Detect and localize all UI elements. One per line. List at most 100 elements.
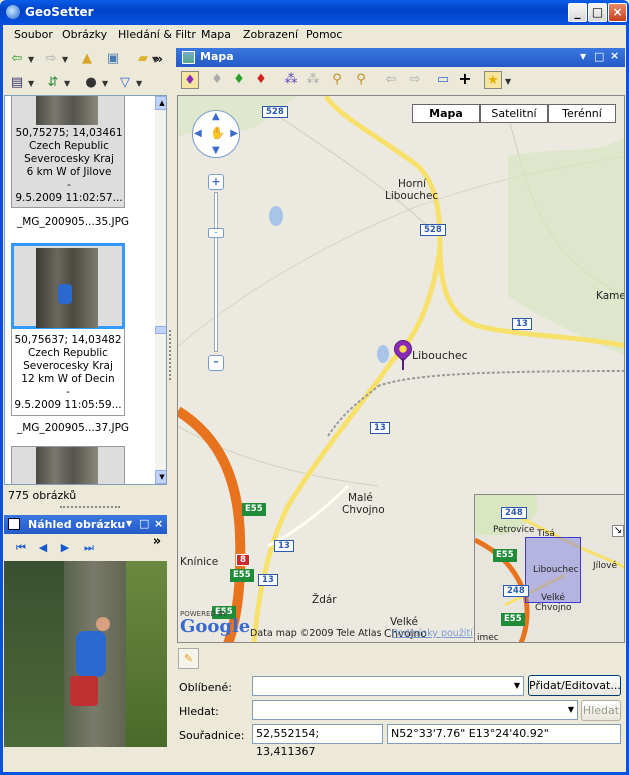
map-type-mapa[interactable]: Mapa xyxy=(412,104,480,123)
last-icon[interactable]: ⏭ xyxy=(80,539,98,557)
chevron-down-icon[interactable]: ▼ xyxy=(28,79,34,88)
pan-control[interactable]: ▲ ◀ ▶ ▼ ✋ xyxy=(192,110,240,158)
tracks-icon[interactable]: ⁂ xyxy=(304,71,322,89)
map-type-terrain[interactable]: Terénní xyxy=(548,104,616,123)
save-icon[interactable]: ▣ xyxy=(104,50,122,68)
thumbnail-card[interactable] xyxy=(11,446,125,484)
chevron-down-icon[interactable]: ▼ xyxy=(505,77,511,86)
thumbnail-list[interactable]: 50,75275; 14,03461 Czech Republic Severoce… xyxy=(4,95,167,485)
road-shield: 13 xyxy=(274,540,294,552)
menu-soubor[interactable]: Soubor xyxy=(14,28,53,41)
search-location-icon[interactable]: ⚲ xyxy=(328,71,346,89)
binoculars-icon[interactable]: ● xyxy=(82,74,100,92)
menu-hledani[interactable]: Hledání & Filtr xyxy=(118,28,196,41)
menu-zobrazeni[interactable]: Zobrazení xyxy=(243,28,298,41)
plus-icon[interactable]: + xyxy=(456,70,474,88)
search-button[interactable]: Hledat xyxy=(581,700,621,721)
menu-obrazky[interactable]: Obrázky xyxy=(62,28,107,41)
zoom-in-button[interactable]: + xyxy=(208,174,224,190)
zoom-slider-handle[interactable]: – xyxy=(208,228,224,238)
maximize-button[interactable]: □ xyxy=(588,3,607,22)
coordinates-decimal-field[interactable]: 52,552154; 13,411367 xyxy=(252,724,383,758)
overflow-icon[interactable]: » xyxy=(150,50,168,68)
overflow-icon[interactable]: » xyxy=(148,533,166,551)
pin-gray-icon[interactable]: ♦ xyxy=(208,71,226,89)
road-shield: 8 xyxy=(236,554,250,566)
place-label: Libouchec xyxy=(533,565,579,575)
scroll-thumb[interactable] xyxy=(155,326,166,334)
filter-icon[interactable]: ▽ xyxy=(116,74,134,92)
arrow-right-icon[interactable]: ⇨ xyxy=(406,71,424,89)
chevron-down-icon[interactable]: ▼ xyxy=(64,79,70,88)
pan-up-icon[interactable]: ▲ xyxy=(212,111,220,122)
menu-pomoc[interactable]: Pomoc xyxy=(306,28,342,41)
place-label: Kame xyxy=(596,290,625,302)
next-icon[interactable]: ▶ xyxy=(56,539,74,557)
close-icon[interactable]: × xyxy=(154,517,163,530)
map-view[interactable]: Mapa Satelitní Terénní ▲ ◀ ▶ ▼ ✋ + – – 5… xyxy=(177,95,625,643)
place-label: Malé xyxy=(348,492,373,504)
splitter-grip[interactable] xyxy=(60,506,120,508)
arrow-left-icon[interactable]: ⇦ xyxy=(382,71,400,89)
previous-icon[interactable]: ◀ xyxy=(34,539,52,557)
coordinates-dms-field[interactable]: N52°33'7.76" E13°24'40.92" xyxy=(387,724,621,744)
chevron-down-icon[interactable]: ▼ xyxy=(580,52,586,61)
chevron-down-icon[interactable]: ▼ xyxy=(568,701,574,719)
place-label: Knínice xyxy=(180,556,219,568)
zoom-out-button[interactable]: – xyxy=(208,355,224,371)
thumbnail-card[interactable]: 50,75275; 14,03461 Czech Republic Severoce… xyxy=(11,96,125,208)
folder-up-icon[interactable]: ▲ xyxy=(78,50,96,68)
thumbnail-card-selected[interactable] xyxy=(11,243,125,329)
place-label: Chvojno xyxy=(535,603,572,613)
zoom-icon[interactable]: ⚲ xyxy=(352,71,370,89)
pin-icon[interactable]: ♦ xyxy=(181,71,199,89)
scroll-up-button[interactable]: ▲ xyxy=(155,96,166,110)
comment-icon[interactable]: ▭ xyxy=(434,71,452,89)
view-list-icon[interactable]: ▤ xyxy=(8,74,26,92)
hand-icon[interactable]: ✋ xyxy=(210,126,225,140)
pan-down-icon[interactable]: ▼ xyxy=(212,145,220,156)
road-shield: 248 xyxy=(503,585,529,597)
overview-collapse-icon[interactable]: ↘ xyxy=(612,525,624,537)
edit-pencil-icon[interactable]: ✎ xyxy=(178,648,199,669)
climber-harness xyxy=(70,676,98,706)
people-icon[interactable]: ⁂ xyxy=(282,71,300,89)
close-icon[interactable]: × xyxy=(610,49,619,62)
chevron-down-icon[interactable]: ▼ xyxy=(136,79,142,88)
foliage xyxy=(4,561,64,747)
chevron-down-icon[interactable]: ▼ xyxy=(62,55,68,64)
search-input[interactable]: ▼ xyxy=(252,700,578,720)
splitter-grip[interactable] xyxy=(169,330,171,380)
star-icon[interactable]: ★ xyxy=(484,71,502,89)
coordinates-label: Souřadnice: xyxy=(179,729,245,742)
add-edit-favorite-button[interactable]: Přidat/Editovat... xyxy=(528,675,621,696)
back-icon[interactable]: ⇦ xyxy=(8,50,26,68)
chevron-down-icon[interactable]: ▼ xyxy=(514,677,520,695)
menu-mapa[interactable]: Mapa xyxy=(201,28,231,41)
pan-left-icon[interactable]: ◀ xyxy=(194,128,202,139)
float-icon[interactable]: □ xyxy=(594,50,604,63)
thumbnail-scrollbar[interactable]: ▲ ▼ xyxy=(155,96,166,484)
chevron-down-icon[interactable]: ▼ xyxy=(126,519,132,528)
close-button[interactable]: × xyxy=(608,3,627,22)
forward-icon[interactable]: ⇨ xyxy=(42,50,60,68)
thumbnail-info-frame xyxy=(11,328,125,416)
terms-link[interactable]: Podmínky použití xyxy=(392,628,473,639)
euro-road-shield: E55 xyxy=(501,613,525,626)
chevron-down-icon[interactable]: ▼ xyxy=(28,55,34,64)
favorites-select[interactable]: ▼ xyxy=(252,676,524,696)
sort-icon[interactable]: ⇵ xyxy=(44,74,62,92)
chevron-down-icon[interactable]: ▼ xyxy=(102,79,108,88)
map-icon xyxy=(182,51,195,64)
pin-red-icon[interactable]: ♦ xyxy=(252,71,270,89)
pin-green-icon[interactable]: ♦ xyxy=(230,71,248,89)
map-type-satellite[interactable]: Satelitní xyxy=(480,104,548,123)
menu-bar: Soubor Obrázky Hledání & Filtr Mapa Zobr… xyxy=(0,25,629,45)
float-icon[interactable]: □ xyxy=(139,517,149,530)
minimize-button[interactable]: _ xyxy=(568,3,587,22)
pan-right-icon[interactable]: ▶ xyxy=(230,128,238,139)
zoom-slider-track[interactable] xyxy=(214,192,218,352)
first-icon[interactable]: ⏮ xyxy=(12,539,30,557)
scroll-down-button[interactable]: ▼ xyxy=(155,470,166,484)
overview-map[interactable]: Petrovice Tisá Libouchec Jílové Velké Ch… xyxy=(474,494,624,642)
